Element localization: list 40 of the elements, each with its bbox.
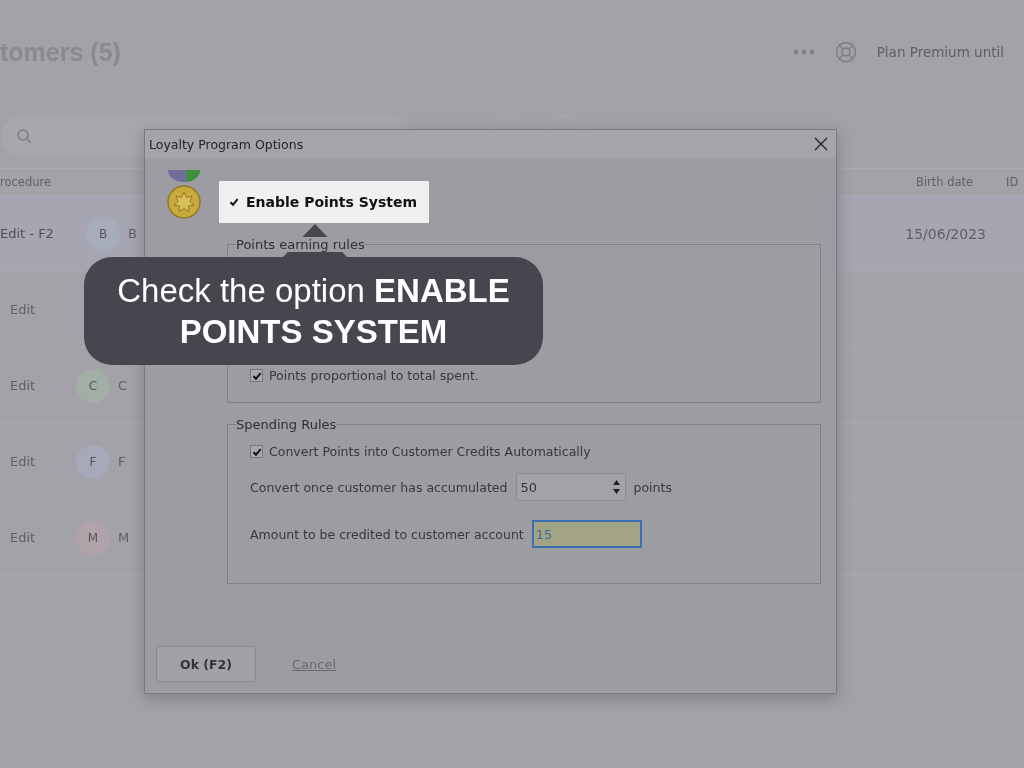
checkbox-label[interactable]: Enable Points System	[246, 194, 418, 210]
edit-link[interactable]: Edit - F2	[0, 226, 74, 241]
birth-date: 15/06/2023	[905, 225, 986, 242]
edit-link[interactable]: Edit	[0, 378, 64, 393]
field-label: Convert once customer has accumulated	[250, 479, 508, 495]
check-icon	[251, 446, 262, 457]
checkbox[interactable]	[250, 369, 263, 382]
avatar: C	[76, 368, 110, 403]
field-label: Amount to be credited to customer account	[250, 526, 524, 542]
customer-name: M	[118, 530, 130, 545]
checkbox[interactable]	[250, 445, 263, 458]
unit-label: points	[633, 479, 672, 495]
search-icon	[16, 128, 32, 144]
checkbox-label[interactable]: Convert Points into Customer Credits Automatically	[269, 444, 591, 459]
column-header: rocedure	[0, 175, 53, 189]
check-icon	[251, 370, 262, 381]
edit-link[interactable]: Edit	[0, 454, 64, 469]
group-title: Points earning rules	[236, 237, 365, 252]
input-field[interactable]: 15	[531, 520, 642, 548]
customer-name: C	[118, 378, 128, 393]
plan-label: Plan Premium until	[876, 44, 1004, 60]
number-spinner[interactable]: 50	[515, 473, 626, 501]
window-title: Loyalty Program Options	[149, 136, 304, 152]
column-header: ID	[1006, 175, 1019, 189]
customer-name: F	[118, 454, 126, 469]
edit-link[interactable]: Edit	[0, 530, 64, 545]
checkbox-label[interactable]: Points proportional to total spent.	[269, 368, 479, 383]
group-title: Spending Rules	[236, 417, 337, 432]
check-icon	[228, 197, 239, 207]
column-header: Birth date	[915, 175, 975, 189]
close-icon	[814, 137, 828, 151]
spinner-arrows-icon[interactable]	[611, 479, 621, 495]
edit-link[interactable]: Edit	[0, 302, 64, 317]
ok-button[interactable]: Ok (F2)	[156, 646, 256, 682]
medal-icon	[166, 168, 202, 222]
avatar: F	[76, 444, 110, 479]
customer-name: B	[128, 226, 137, 241]
avatar: M	[76, 520, 110, 555]
close-button[interactable]	[814, 137, 828, 151]
avatar: B	[86, 216, 120, 251]
